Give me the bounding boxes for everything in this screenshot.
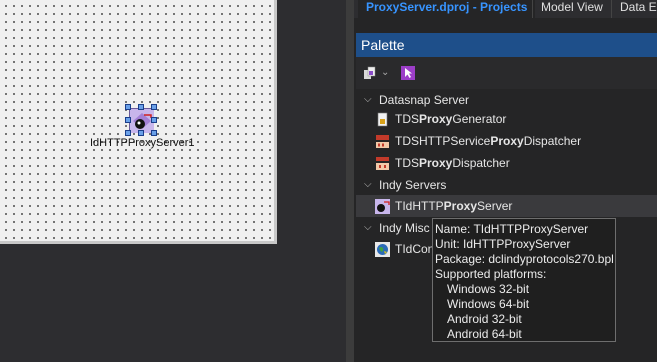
project-tabbar: ProxyServer.dproj - Projects Model View … (354, 0, 657, 18)
palette-toolbar: ⌄ (356, 57, 657, 89)
category-label: Indy Servers (379, 178, 447, 192)
http-proxy-server-icon (129, 108, 154, 133)
resize-handle-tl[interactable] (125, 104, 131, 110)
tab-model-view[interactable]: Model View (532, 0, 611, 18)
chevron-down-icon: ⌵ (364, 222, 372, 233)
chevron-down-icon[interactable]: ⌄ (381, 65, 397, 81)
tooltip-platform: Windows 64-bit (447, 297, 530, 311)
palette-layout-icon[interactable] (362, 65, 378, 81)
tooltip-name: Name: TIdHTTPProxyServer (435, 222, 589, 236)
resize-handle-bl[interactable] (125, 130, 131, 136)
resize-handle-l[interactable] (125, 117, 131, 123)
resize-handle-br[interactable] (151, 130, 157, 136)
globe-icon (375, 242, 390, 257)
form-resize-border-right[interactable] (274, 0, 277, 244)
palette-item-tdshttpserviceproxydispatcher[interactable]: TDSHTTPServiceProxyDispatcher (356, 130, 657, 152)
http-service-proxy-dispatcher-icon (375, 134, 390, 149)
chevron-down-icon: ⌵ (364, 179, 372, 190)
palette-item-tidhttpproxyserver[interactable]: TIdHTTPProxyServer (356, 195, 657, 217)
form-resize-border-bottom[interactable] (0, 241, 277, 244)
tab-data-explorer[interactable]: Data Ex (611, 0, 657, 18)
tooltip-platform: Android 32-bit (447, 312, 522, 326)
panel-splitter[interactable] (346, 0, 354, 362)
component-caption: IdHTTPProxyServer1 (90, 137, 195, 149)
resize-handle-tr[interactable] (151, 104, 157, 110)
http-proxy-server-icon (375, 199, 390, 214)
tab-projects[interactable]: ProxyServer.dproj - Projects (358, 0, 536, 18)
palette-item-tdsproxygenerator[interactable]: TDSProxyGenerator (356, 108, 657, 130)
tooltip-package: Package: dclindyprotocols270.bpl (435, 252, 614, 266)
resize-handle-r[interactable] (151, 117, 157, 123)
resize-handle-b[interactable] (138, 130, 144, 136)
proxy-generator-icon (375, 112, 390, 127)
tooltip-platform: Windows 32-bit (447, 282, 530, 296)
palette-title: Palette (356, 33, 657, 57)
pointer-select-icon[interactable] (400, 65, 416, 81)
resize-handle-t[interactable] (138, 104, 144, 110)
idhttpproxyserver-component[interactable] (125, 104, 157, 136)
tooltip-platforms-label: Supported platforms: (435, 267, 547, 281)
palette-item-tdsproxydispatcher[interactable]: TDSProxyDispatcher (356, 152, 657, 174)
proxy-dispatcher-icon (375, 156, 390, 171)
tooltip-unit: Unit: IdHTTPProxyServer (435, 237, 571, 251)
category-label: Indy Misc (379, 221, 430, 235)
category-indy-servers[interactable]: ⌵ Indy Servers (356, 174, 657, 196)
component-tooltip: Name: TIdHTTPProxyServer Unit: IdHTTPPro… (432, 218, 616, 342)
tooltip-platform: Android 64-bit (447, 327, 522, 341)
ide-window: { "tabs": [ {"label": "ProxyServer.dproj… (0, 0, 657, 362)
